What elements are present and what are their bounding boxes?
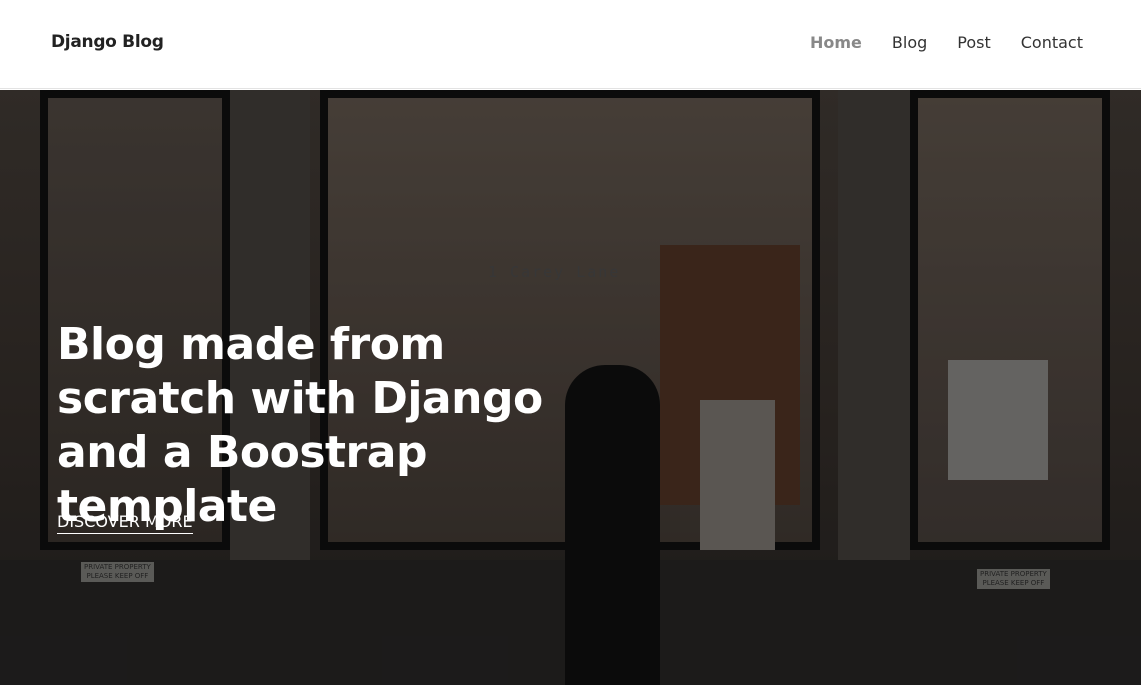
brand-link[interactable]: Django Blog: [51, 32, 164, 52]
discover-more-link[interactable]: DISCOVER MORE: [57, 512, 193, 534]
nav-home[interactable]: Home: [810, 33, 862, 52]
nav-links: Home Blog Post Contact: [810, 33, 1083, 52]
nav-blog[interactable]: Blog: [892, 33, 927, 52]
hero-section: 1 Carey Lane PRIVATE PROPERTY PLEASE KEEP…: [0, 90, 1141, 685]
nav-post[interactable]: Post: [957, 33, 990, 52]
navbar: Django Blog Home Blog Post Contact: [0, 0, 1141, 89]
hero-heading: Blog made from scratch with Django and a…: [57, 319, 543, 532]
nav-contact[interactable]: Contact: [1021, 33, 1083, 52]
